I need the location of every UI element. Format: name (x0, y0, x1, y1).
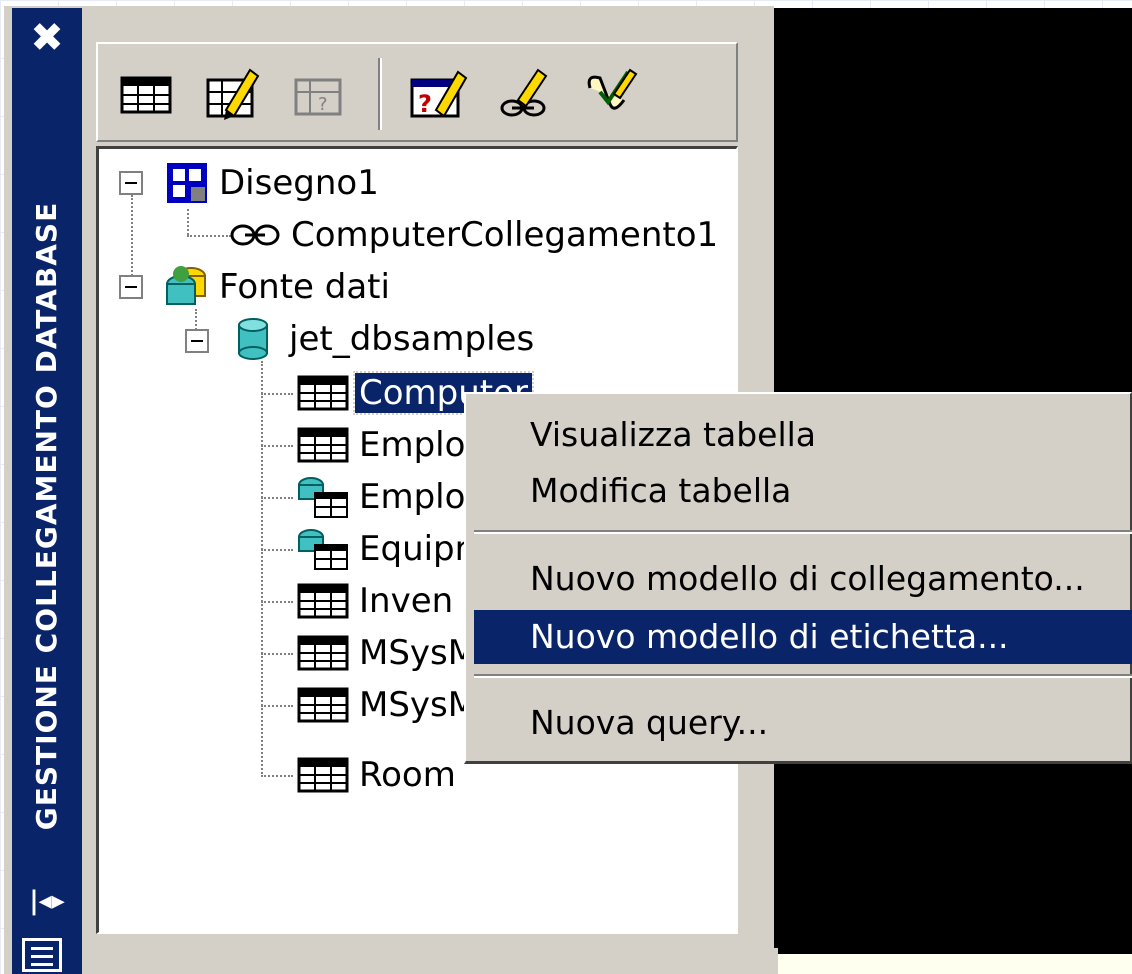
palette-title: GESTIONE COLLEGAMENTO DATABASE (30, 201, 63, 831)
tree-node-table[interactable]: Emplo (297, 421, 469, 469)
view-table-icon (298, 529, 348, 570)
query-editor-icon[interactable]: ? (408, 64, 468, 124)
link-chain-icon (230, 224, 280, 246)
tree-node-data-sources[interactable]: Fonte dati (165, 263, 394, 311)
tree-node-view[interactable]: Equipr (297, 525, 473, 573)
table-icon (297, 583, 349, 619)
tree-node-label: jet_dbsamples (289, 319, 535, 359)
tree-node-label: Equipr (359, 529, 469, 569)
collapse-database-toggle[interactable] (185, 329, 209, 353)
tree-node-table[interactable]: MSysM (297, 629, 481, 677)
tree-node-database[interactable]: jet_dbsamples (235, 315, 538, 363)
tree-line (261, 445, 293, 447)
tree-line (261, 393, 293, 395)
drawing-icon (167, 163, 207, 203)
link-template-icon[interactable] (494, 64, 554, 124)
tree-node-label: Disegno1 (219, 163, 379, 203)
properties-icon[interactable] (22, 938, 62, 972)
data-sources-icon (166, 266, 206, 305)
menu-separator (474, 674, 1132, 678)
tree-line (187, 209, 189, 235)
tree-node-drawing[interactable]: Disegno1 (165, 159, 383, 207)
tree-node-table[interactable]: MSysM (297, 681, 481, 729)
disabled-table-icon: ? (294, 78, 342, 116)
menu-item-edit-table[interactable]: Modifica tabella (474, 464, 1132, 518)
menu-item-new-link-template[interactable]: Nuovo modello di collegamento... (474, 552, 1132, 606)
synchronize-icon[interactable] (580, 64, 640, 124)
table-icon (297, 687, 349, 723)
tree-node-label: MSysM (359, 685, 478, 725)
tree-node-label: MSysM (359, 633, 478, 673)
tree-line (187, 235, 231, 237)
menu-item-new-query[interactable]: Nuova query... (474, 696, 1132, 750)
autohide-icon[interactable]: |◂▸ (22, 886, 72, 926)
context-menu: Visualizza tabella Modifica tabella Nuov… (464, 392, 1132, 764)
tree-line (261, 601, 293, 603)
tree-node-label: Emplo (359, 425, 466, 465)
collapse-drawing-toggle[interactable] (119, 171, 143, 195)
tree-node-label: Room (359, 755, 456, 795)
collapse-datasources-toggle[interactable] (119, 275, 143, 299)
table-icon (297, 375, 349, 411)
table-icon (297, 635, 349, 671)
table-icon (297, 427, 349, 463)
tree-node-link[interactable]: ComputerCollegamento1 (229, 211, 722, 259)
svg-text:?: ? (318, 94, 328, 115)
palette-toolbar: ? ? (96, 42, 738, 142)
tree-line (261, 775, 293, 777)
resize-grip[interactable] (748, 948, 778, 974)
menu-separator (474, 530, 1132, 534)
tree-node-table[interactable]: Room (297, 751, 460, 799)
tree-line (261, 549, 293, 551)
menu-item-view-table[interactable]: Visualizza tabella (474, 408, 1132, 462)
tree-line (261, 705, 293, 707)
database-cylinder-icon (238, 318, 268, 360)
status-strip (760, 954, 1132, 974)
menu-item-new-label-template[interactable]: Nuovo modello di etichetta... (474, 610, 1132, 664)
data-view-table-icon[interactable] (116, 64, 176, 124)
tree-line (261, 497, 293, 499)
tree-node-table[interactable]: Inven (297, 577, 457, 625)
tree-node-label: Inven (359, 581, 454, 621)
close-icon[interactable]: ✖ (12, 12, 82, 64)
tree-node-view[interactable]: Emplo (297, 473, 469, 521)
table-icon (297, 757, 349, 793)
svg-text:?: ? (418, 90, 432, 118)
tree-line (131, 195, 133, 287)
tree-line (261, 361, 263, 777)
tree-node-label: Emplo (359, 477, 466, 517)
tree-node-label: Fonte dati (219, 267, 390, 307)
tree-node-label: ComputerCollegamento1 (291, 215, 719, 255)
tree-line (261, 653, 293, 655)
view-table-icon (298, 477, 348, 518)
toolbar-separator (378, 58, 382, 130)
edit-table-icon[interactable] (202, 64, 262, 124)
